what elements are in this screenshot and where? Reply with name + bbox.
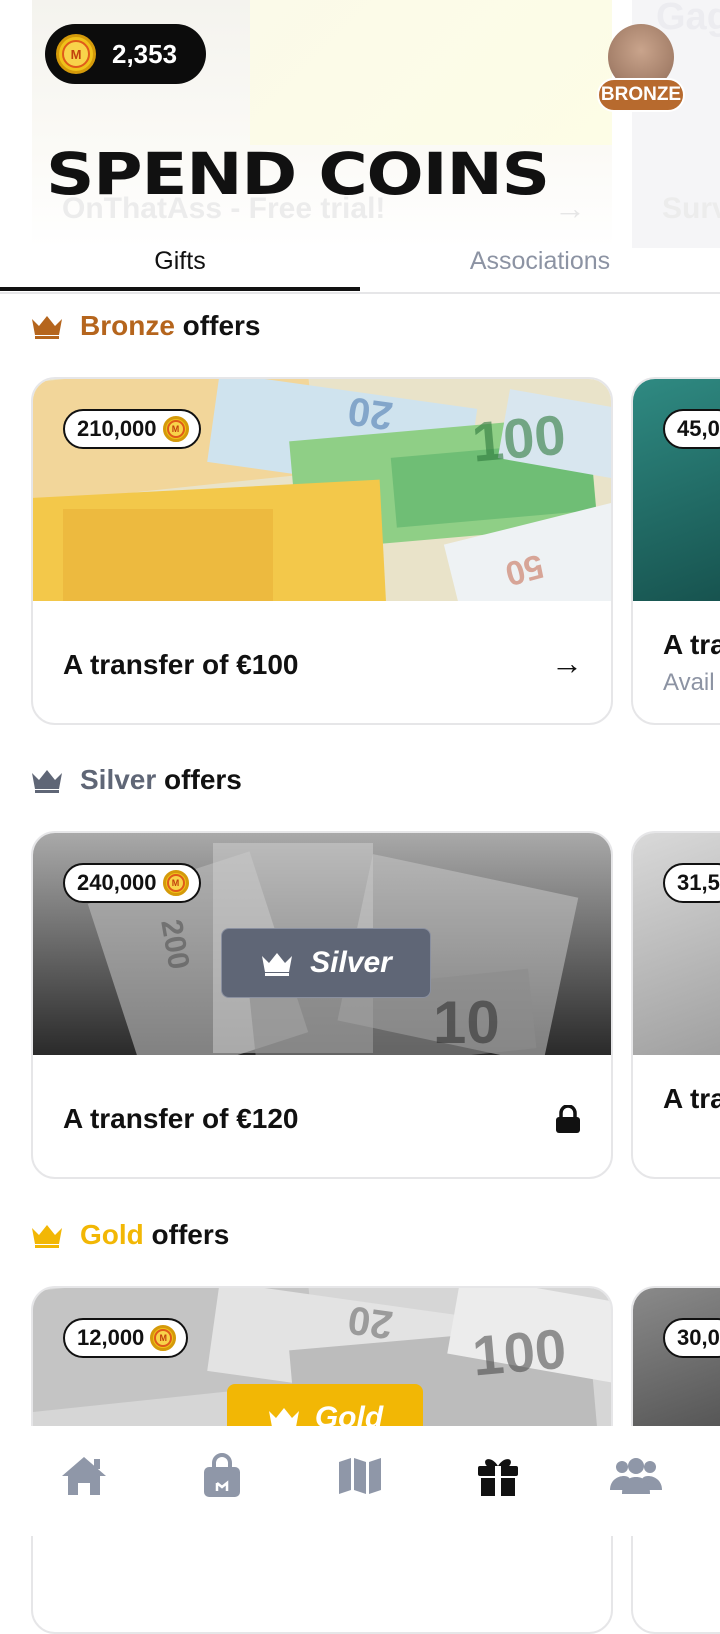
coin-icon: M	[150, 1325, 177, 1351]
section-suffix: offers	[174, 310, 261, 341]
section-level-silver: Silver	[80, 764, 157, 795]
offer-price: 240,000 M	[63, 863, 201, 903]
gift-icon	[478, 1459, 518, 1496]
section-title-gold: Gold offers	[30, 1219, 229, 1251]
home-icon	[62, 1457, 106, 1495]
featured-card-image	[250, 0, 612, 145]
offer-card-bronze-100[interactable]: 100 20 50 210,000 M A transfer of €100 →	[31, 377, 613, 725]
tab-associations[interactable]: Associations	[360, 232, 720, 290]
offer-price-value: 45,0	[663, 409, 720, 449]
crown-icon	[32, 770, 62, 793]
map-icon	[339, 1458, 381, 1494]
section-suffix: offers	[143, 1219, 230, 1250]
rank-badge: BRONZE	[597, 78, 685, 112]
section-level-bronze: Bronze	[80, 310, 175, 341]
nav-shop[interactable]	[194, 1448, 250, 1504]
coin-symbol: M	[166, 874, 185, 892]
offer-price-value: 30,0	[663, 1318, 720, 1358]
coin-icon: M	[56, 34, 96, 74]
page-title: SPEND COINS	[46, 140, 550, 208]
lock-icon	[556, 1105, 580, 1133]
coin-balance-pill[interactable]: M 2,353	[45, 24, 206, 84]
offer-price-value: 240,000	[77, 870, 157, 895]
crown-icon	[32, 1225, 62, 1248]
offer-card-silver-120[interactable]: 10 200 240,000 M Silver A transfer of €1…	[31, 831, 613, 1179]
coin-symbol: M	[154, 1329, 173, 1347]
offer-title: A tra	[663, 1083, 720, 1114]
arrow-right-icon[interactable]: →	[551, 645, 583, 682]
nav-community[interactable]	[608, 1448, 664, 1504]
featured-card-next-brand: Gag	[656, 0, 720, 38]
tab-bar: Gifts Associations	[0, 232, 720, 294]
offer-title: A transfer of €100	[63, 649, 299, 680]
svg-text:10: 10	[433, 989, 500, 1055]
bottom-navigation	[0, 1426, 720, 1536]
crown-icon	[32, 316, 62, 339]
offer-body: A transfer of €120	[33, 1055, 611, 1177]
active-tab-indicator	[0, 287, 360, 291]
svg-text:20: 20	[345, 388, 395, 438]
offer-image: 100 20 50 210,000 M	[33, 379, 611, 601]
offer-title: A tra	[663, 629, 720, 660]
coin-symbol: M	[166, 420, 185, 438]
offer-price: 210,000 M	[63, 409, 201, 449]
featured-card-next-title: Surv	[662, 192, 720, 225]
coin-icon: M	[162, 416, 189, 442]
section-level-gold: Gold	[80, 1219, 144, 1250]
nav-map[interactable]	[332, 1448, 388, 1504]
svg-text:100: 100	[470, 1317, 569, 1388]
offer-subtitle: Avail	[663, 669, 715, 696]
svg-text:100: 100	[470, 403, 569, 474]
section-suffix: offers	[156, 764, 242, 795]
tab-gifts[interactable]: Gifts	[0, 232, 360, 290]
crown-icon	[262, 953, 293, 976]
offer-price: 12,000 M	[63, 1318, 189, 1358]
section-title-silver: Silver offers	[30, 764, 242, 796]
badge-label: Silver	[310, 946, 392, 979]
users-icon	[610, 1458, 662, 1494]
offer-title: A transfer of €120	[63, 1103, 299, 1134]
featured-card-arrow: →	[554, 190, 586, 226]
coin-balance-value: 2,353	[112, 38, 178, 69]
offer-image: 10 200 240,000 M Silver	[33, 833, 611, 1055]
coin-symbol: M	[62, 40, 90, 68]
offer-card-bronze-next[interactable]: 45,0 A tra Avail	[631, 377, 720, 725]
offer-body: A transfer of €100 →	[33, 601, 611, 723]
svg-text:20: 20	[345, 1297, 395, 1347]
nav-gifts[interactable]	[470, 1448, 526, 1504]
shopping-bag-icon	[204, 1453, 240, 1497]
offer-price-value: 210,000	[77, 416, 157, 441]
nav-home[interactable]	[56, 1448, 112, 1504]
section-title-bronze: Bronze offers	[30, 310, 260, 342]
silver-level-badge: Silver	[221, 928, 431, 998]
coin-icon: M	[162, 870, 189, 896]
offer-price-value: 31,5	[663, 863, 720, 903]
offer-card-silver-next[interactable]: 31,5 A tra	[631, 831, 720, 1179]
offer-price-value: 12,000	[77, 1325, 145, 1350]
